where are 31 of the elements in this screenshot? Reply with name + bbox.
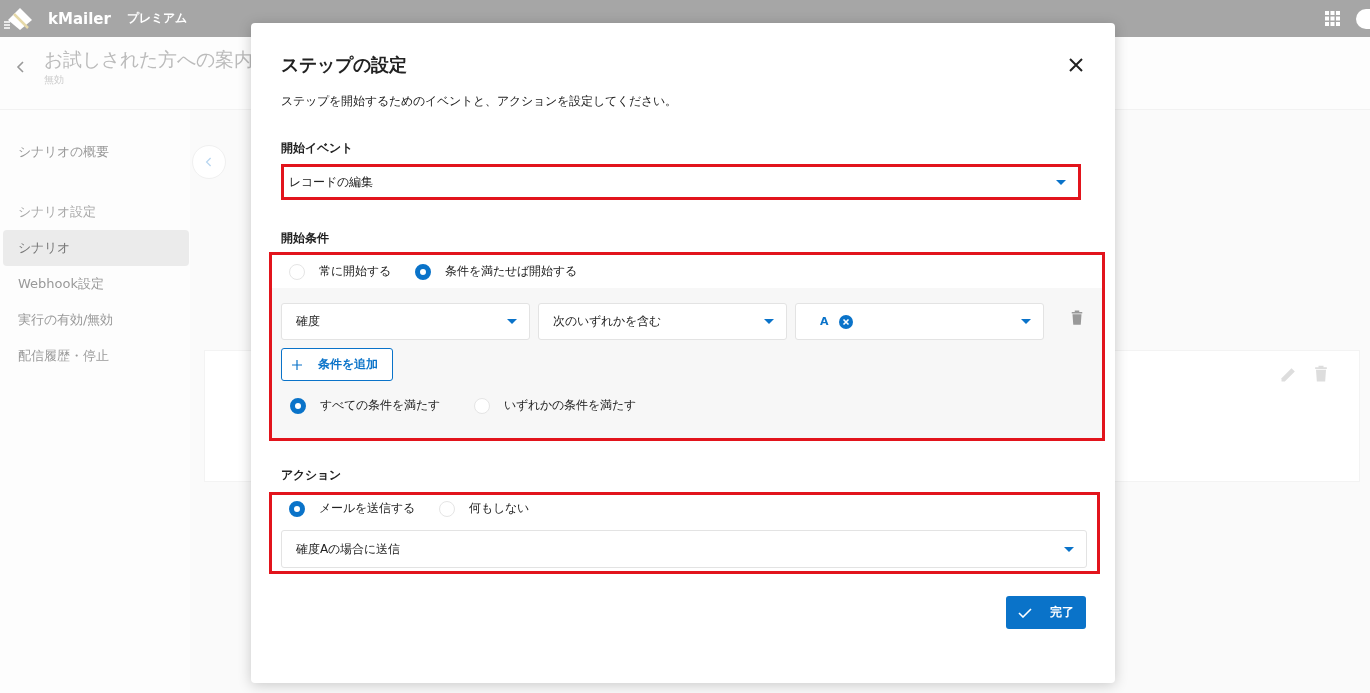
dialog-description: ステップを開始するためのイベントと、アクションを設定してください。 <box>281 93 678 110</box>
plus-icon <box>292 359 302 370</box>
section-heading: シナリオ設定 <box>17 203 97 221</box>
radio-option[interactable]: 常に開始する <box>289 263 391 280</box>
page-title: お試しされた方への案内 <box>44 47 253 72</box>
radio-option[interactable]: メールを送信する <box>289 500 415 517</box>
radio-option[interactable]: いずれかの条件を満たす <box>474 397 636 414</box>
radio-option[interactable]: 条件を満たせば開始する <box>415 263 577 280</box>
section-label: 開始条件 <box>281 230 330 247</box>
radio-option[interactable]: 何もしない <box>439 500 529 517</box>
check-icon <box>1018 607 1032 618</box>
close-icon[interactable] <box>1069 58 1083 72</box>
section-label: 開始イベント <box>281 140 354 157</box>
field-select[interactable]: 確度 <box>281 303 530 340</box>
template-select[interactable]: 確度Aの場合に送信 <box>281 530 1087 568</box>
value-text: A <box>820 315 829 328</box>
add-condition-button[interactable]: 条件を追加 <box>281 348 393 381</box>
value-select[interactable]: A <box>795 303 1044 340</box>
envelope-logo-icon <box>4 5 34 32</box>
avatar-icon[interactable] <box>1356 8 1370 29</box>
app-name: kMailer <box>48 9 111 28</box>
sidebar-item[interactable]: シナリオ <box>3 230 189 266</box>
section-label: アクション <box>281 467 342 484</box>
remove-icon[interactable] <box>838 314 853 329</box>
apps-grid-icon[interactable] <box>1325 11 1340 26</box>
done-button[interactable]: 完了 <box>1006 596 1086 629</box>
back-chevron-icon[interactable] <box>16 60 26 74</box>
plan-label: プレミアム <box>126 10 187 27</box>
operator-select[interactable]: 次のいずれかを含む <box>538 303 787 340</box>
radio-option[interactable]: すべての条件を満たす <box>290 397 440 414</box>
dialog-title: ステップの設定 <box>281 53 407 77</box>
